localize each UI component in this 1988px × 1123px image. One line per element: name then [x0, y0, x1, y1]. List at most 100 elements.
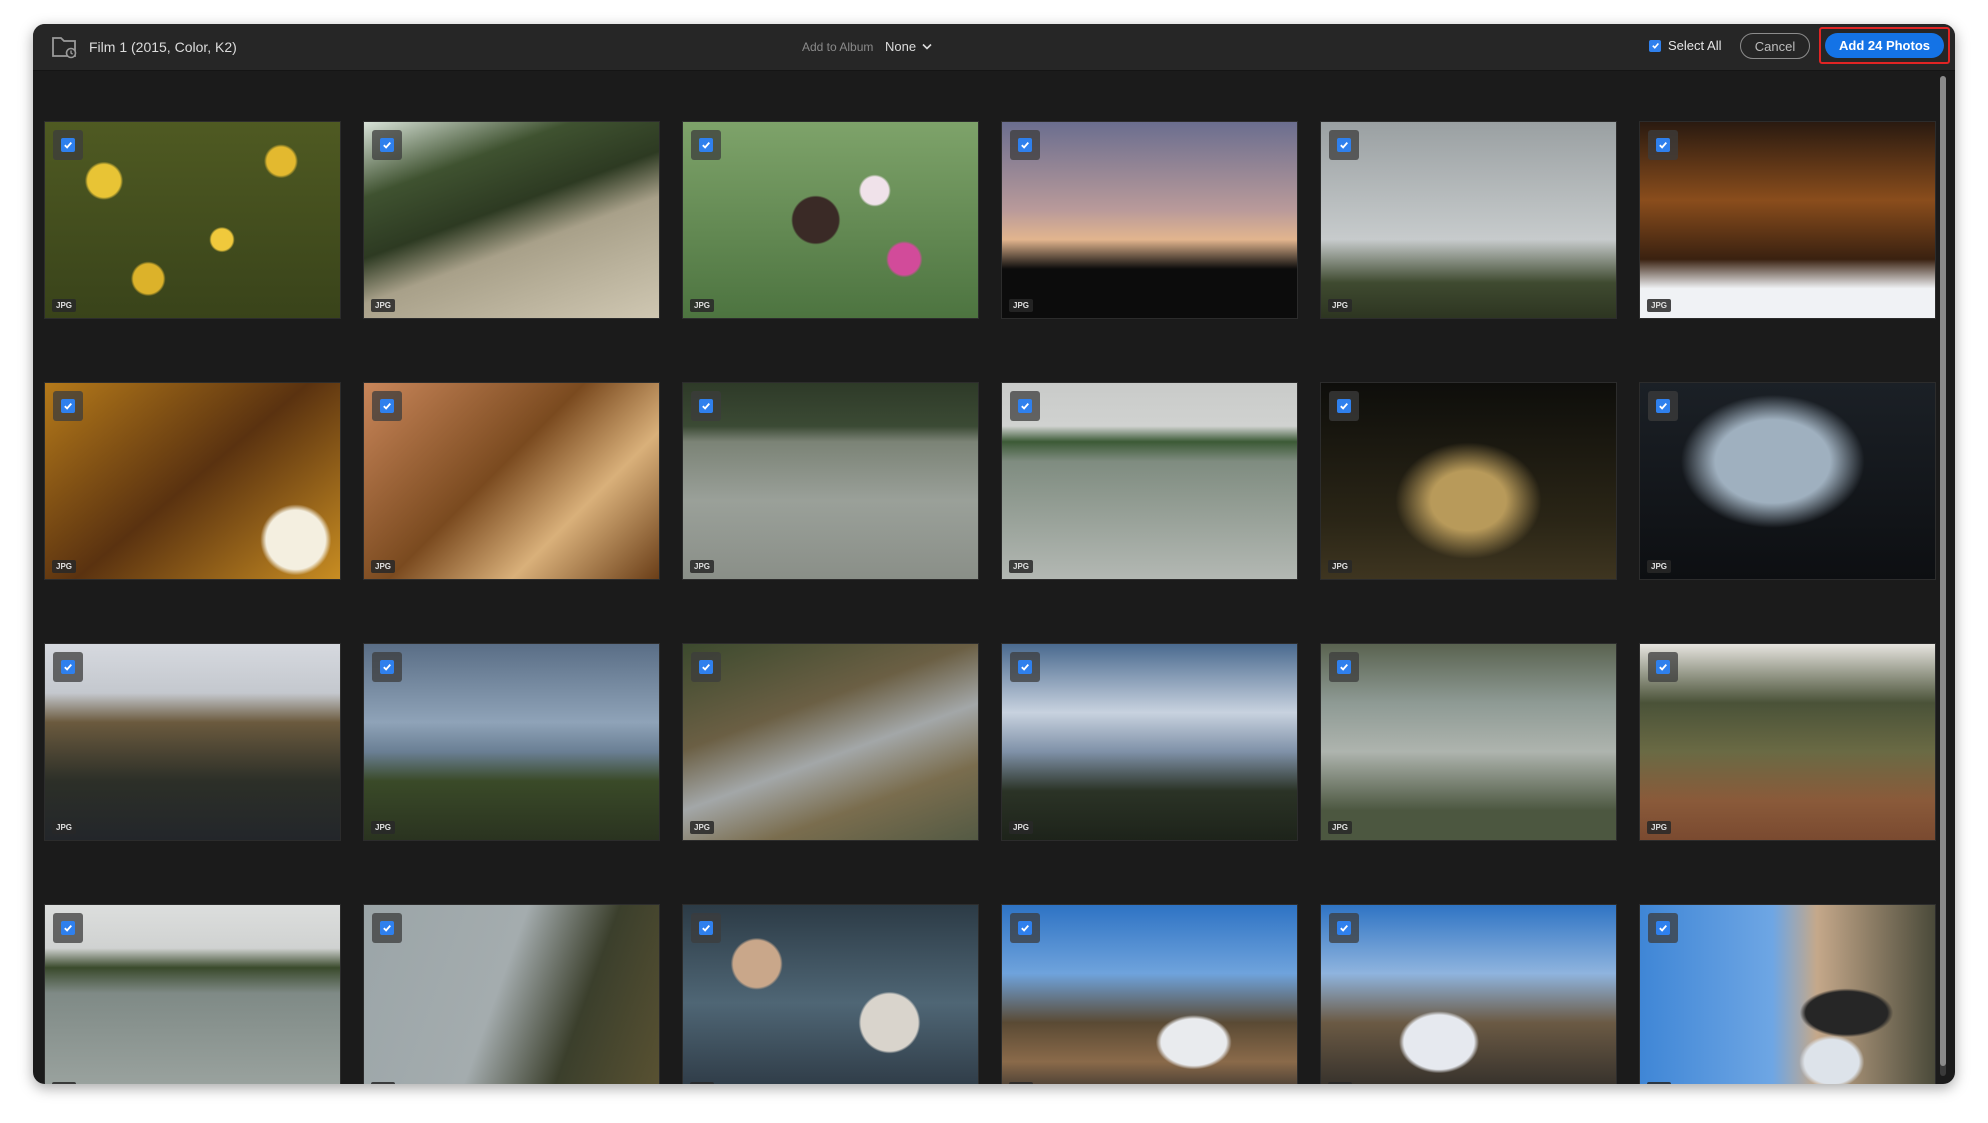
- photo-select-checkbox[interactable]: [1648, 652, 1678, 682]
- photo-thumbnail[interactable]: JPG: [1640, 905, 1935, 1084]
- photo-select-checkbox[interactable]: [1329, 391, 1359, 421]
- photo-select-checkbox[interactable]: [691, 391, 721, 421]
- photo-select-checkbox[interactable]: [53, 913, 83, 943]
- photo-thumbnail[interactable]: JPG: [1002, 644, 1297, 840]
- add-photos-button[interactable]: Add 24 Photos: [1825, 33, 1944, 58]
- photo-select-checkbox[interactable]: [691, 913, 721, 943]
- photo-thumbnail[interactable]: JPG: [1321, 905, 1616, 1084]
- photo-select-checkbox[interactable]: [372, 913, 402, 943]
- file-type-badge: JPG: [1647, 560, 1672, 573]
- photo-thumbnail[interactable]: JPG: [1640, 122, 1935, 318]
- photo-thumbnail[interactable]: JPG: [45, 644, 340, 840]
- checkmark-icon: [1656, 138, 1670, 152]
- file-type-badge: JPG: [1009, 560, 1034, 573]
- scrollbar-thumb[interactable]: [1940, 76, 1946, 1066]
- checkmark-icon: [699, 399, 713, 413]
- photo-thumbnail[interactable]: JPG: [1640, 644, 1935, 840]
- photo-select-checkbox[interactable]: [1010, 652, 1040, 682]
- photo-select-checkbox[interactable]: [1329, 130, 1359, 160]
- photo-select-checkbox[interactable]: [1329, 652, 1359, 682]
- photo-select-checkbox[interactable]: [1010, 913, 1040, 943]
- add-button-highlight: Add 24 Photos: [1819, 27, 1950, 64]
- photo-image: [364, 383, 659, 579]
- photo-select-checkbox[interactable]: [1648, 913, 1678, 943]
- photo-select-checkbox[interactable]: [53, 130, 83, 160]
- album-dropdown-value: None: [885, 39, 917, 54]
- photo-image: [1321, 122, 1616, 318]
- photo-image: [45, 644, 340, 840]
- photo-select-checkbox[interactable]: [1010, 130, 1040, 160]
- photo-select-checkbox[interactable]: [53, 391, 83, 421]
- checkmark-icon: [699, 921, 713, 935]
- file-type-badge: JPG: [1647, 299, 1672, 312]
- checkmark-icon: [1337, 399, 1351, 413]
- photo-thumbnail[interactable]: JPG: [364, 905, 659, 1084]
- photo-thumbnail[interactable]: JPG: [364, 122, 659, 318]
- photo-thumbnail[interactable]: JPG: [364, 383, 659, 579]
- photo-thumbnail[interactable]: JPG: [45, 383, 340, 579]
- photo-thumbnail[interactable]: JPG: [1640, 383, 1935, 579]
- file-type-badge: JPG: [371, 299, 396, 312]
- select-all-label: Select All: [1668, 38, 1722, 53]
- photo-select-checkbox[interactable]: [53, 652, 83, 682]
- checkmark-icon: [1337, 921, 1351, 935]
- photo-select-checkbox[interactable]: [1648, 391, 1678, 421]
- photo-image: [364, 905, 659, 1084]
- photo-image: [1321, 644, 1616, 840]
- photo-grid: JPG JPG JPG JPG JPG JPG JPG JPG JPG JPG JPG JPG JPG J…: [33, 70, 1935, 1084]
- photo-thumbnail[interactable]: JPG: [683, 383, 978, 579]
- file-type-badge: JPG: [52, 560, 77, 573]
- photo-thumbnail[interactable]: JPG: [45, 122, 340, 318]
- photo-select-checkbox[interactable]: [1648, 130, 1678, 160]
- photo-select-checkbox[interactable]: [372, 652, 402, 682]
- photo-image: [1321, 383, 1616, 579]
- photo-thumbnail[interactable]: JPG: [1321, 383, 1616, 579]
- photo-thumbnail[interactable]: JPG: [1002, 383, 1297, 579]
- photo-thumbnail[interactable]: JPG: [1002, 905, 1297, 1084]
- photo-image: [364, 122, 659, 318]
- file-type-badge: JPG: [1009, 1082, 1034, 1084]
- photo-image: [1002, 905, 1297, 1084]
- photo-select-checkbox[interactable]: [691, 652, 721, 682]
- photo-thumbnail[interactable]: JPG: [45, 905, 340, 1084]
- folder-title: Film 1 (2015, Color, K2): [89, 39, 237, 55]
- file-type-badge: JPG: [690, 560, 715, 573]
- select-all-toggle[interactable]: Select All: [1649, 38, 1721, 53]
- photo-thumbnail[interactable]: JPG: [683, 122, 978, 318]
- photo-select-checkbox[interactable]: [1010, 391, 1040, 421]
- photo-image: [683, 644, 978, 840]
- album-dropdown[interactable]: None: [885, 39, 932, 54]
- photo-image: [1640, 122, 1935, 318]
- photo-image: [683, 383, 978, 579]
- checkmark-icon: [1656, 399, 1670, 413]
- photo-select-checkbox[interactable]: [372, 130, 402, 160]
- checkmark-icon: [61, 921, 75, 935]
- photo-image: [1002, 644, 1297, 840]
- checkmark-icon: [699, 660, 713, 674]
- photo-thumbnail[interactable]: JPG: [683, 644, 978, 840]
- photo-thumbnail[interactable]: JPG: [1321, 122, 1616, 318]
- checkmark-icon: [1337, 660, 1351, 674]
- file-type-badge: JPG: [371, 560, 396, 573]
- photo-select-checkbox[interactable]: [372, 391, 402, 421]
- folder-icon: [52, 37, 77, 59]
- photo-thumbnail[interactable]: JPG: [1002, 122, 1297, 318]
- photo-thumbnail[interactable]: JPG: [683, 905, 978, 1084]
- photo-image: [1321, 905, 1616, 1084]
- photo-thumbnail[interactable]: JPG: [364, 644, 659, 840]
- photo-select-checkbox[interactable]: [691, 130, 721, 160]
- file-type-badge: JPG: [1647, 821, 1672, 834]
- scrollbar[interactable]: [1940, 76, 1946, 1076]
- checkmark-icon: [380, 660, 394, 674]
- checkmark-icon: [61, 660, 75, 674]
- file-type-badge: JPG: [690, 1082, 715, 1084]
- file-type-badge: JPG: [1328, 560, 1353, 573]
- file-type-badge: JPG: [1328, 821, 1353, 834]
- file-type-badge: JPG: [52, 1082, 77, 1084]
- file-type-badge: JPG: [1009, 299, 1034, 312]
- file-type-badge: JPG: [371, 1082, 396, 1084]
- photo-select-checkbox[interactable]: [1329, 913, 1359, 943]
- photo-image: [683, 905, 978, 1084]
- cancel-button[interactable]: Cancel: [1740, 33, 1810, 59]
- photo-thumbnail[interactable]: JPG: [1321, 644, 1616, 840]
